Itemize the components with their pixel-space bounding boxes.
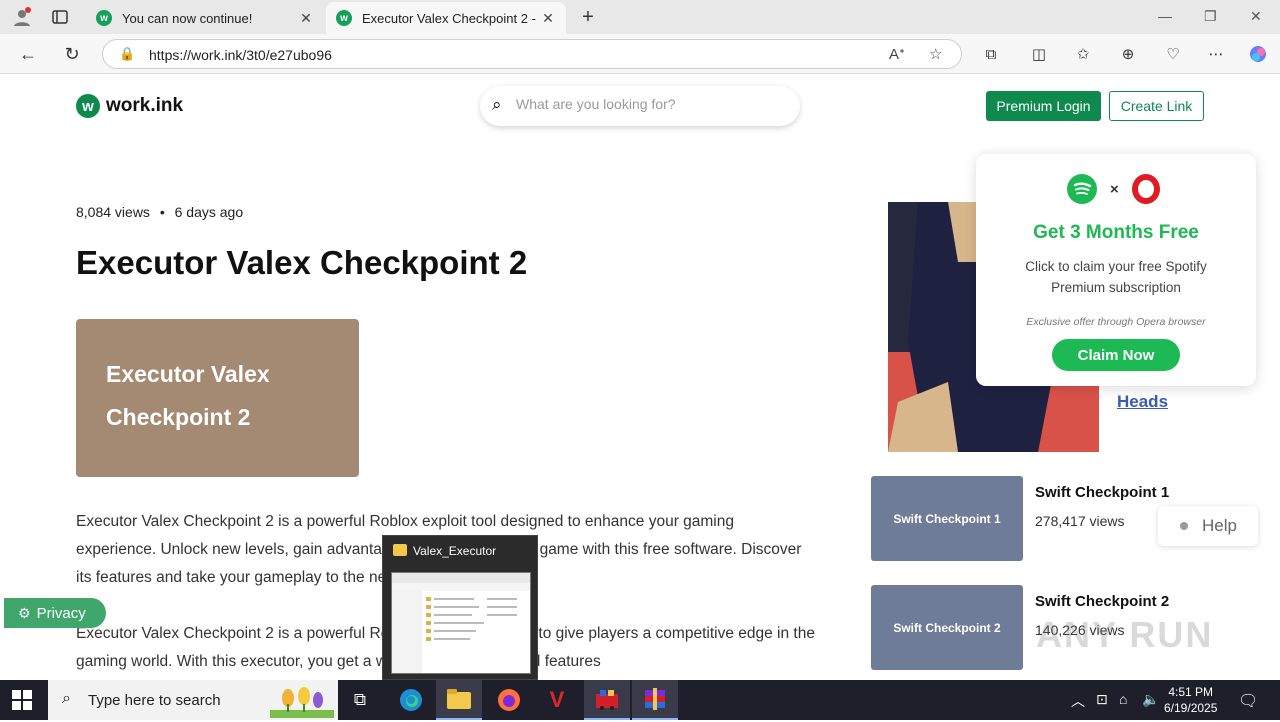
volume-icon[interactable]: 🔈 bbox=[1142, 691, 1159, 708]
more-menu-icon[interactable]: ⋯ bbox=[1205, 43, 1227, 65]
split-screen-icon[interactable]: ◫ bbox=[1028, 43, 1050, 65]
help-dot-icon bbox=[1180, 522, 1188, 530]
minimize-icon[interactable]: — bbox=[1158, 8, 1172, 24]
copilot-icon[interactable] bbox=[1247, 43, 1269, 65]
reload-icon[interactable]: ↻ bbox=[60, 42, 84, 66]
related-title[interactable]: Swift Checkpoint 2 bbox=[1035, 593, 1169, 610]
url-text[interactable]: https://work.ink/3t0/e27ubo96 bbox=[149, 47, 332, 63]
preview-title: Valex_Executor bbox=[413, 544, 497, 558]
opera-icon bbox=[1131, 174, 1160, 204]
favorite-star-icon[interactable]: ☆ bbox=[929, 45, 942, 63]
close-tab-icon[interactable]: ✕ bbox=[298, 10, 314, 27]
help-button[interactable]: Help bbox=[1158, 506, 1258, 546]
article-meta: 8,084 views • 6 days ago bbox=[76, 204, 243, 220]
favorites-icon[interactable]: ✩ bbox=[1072, 43, 1094, 65]
tab-title: Executor Valex Checkpoint 2 - at w bbox=[362, 10, 540, 26]
site-logo[interactable]: w work.ink bbox=[76, 94, 183, 118]
show-hidden-icons-icon[interactable]: ︿ bbox=[1071, 691, 1085, 711]
winrar-taskbar-icon[interactable] bbox=[632, 680, 678, 720]
webpage: w work.ink ⌕ Premium Login Create Link 8… bbox=[4, 74, 1276, 678]
related-thumbnail[interactable]: Swift Checkpoint 2 bbox=[871, 585, 1023, 670]
thumbnail-line-2: Checkpoint 2 bbox=[106, 404, 251, 430]
related-thumbnail[interactable]: Swift Checkpoint 1 bbox=[871, 476, 1023, 561]
close-window-icon[interactable]: ✕ bbox=[1250, 8, 1262, 25]
close-tab-icon[interactable]: ✕ bbox=[540, 10, 556, 27]
anyrun-watermark: ANY RUN bbox=[1036, 614, 1214, 655]
taskbar-window-preview[interactable]: Valex_Executor bbox=[382, 535, 538, 680]
task-view-icon[interactable]: ⧉ bbox=[337, 680, 383, 720]
related-title[interactable]: Swift Checkpoint 1 bbox=[1035, 484, 1169, 501]
site-search-input[interactable] bbox=[516, 96, 786, 112]
collections-icon[interactable]: ⊕ bbox=[1117, 43, 1139, 65]
browser-toolbar: ← ↻ 🔒 https://work.ink/3t0/e27ubo96 Aᐩ ☆… bbox=[0, 34, 1280, 74]
profile-icon[interactable] bbox=[10, 5, 34, 29]
address-bar[interactable]: 🔒 https://work.ink/3t0/e27ubo96 Aᐩ ☆ bbox=[102, 39, 962, 69]
windows-taskbar: ⌕ Type here to search ⧉ V ︿ ⊡ ⌂ 🔈 4:51 P… bbox=[0, 680, 1280, 720]
page-title: Executor Valex Checkpoint 2 bbox=[76, 244, 528, 281]
premium-login-button[interactable]: Premium Login bbox=[986, 91, 1101, 121]
windows-start-icon[interactable] bbox=[12, 690, 32, 710]
folder-icon bbox=[393, 544, 407, 556]
browser-essentials-icon[interactable]: ♡ bbox=[1162, 43, 1184, 65]
taskbar-clock[interactable]: 4:51 PM 6/19/2025 bbox=[1164, 684, 1217, 716]
worklink-favicon-icon: w bbox=[96, 10, 112, 26]
new-tab-icon[interactable]: + bbox=[576, 5, 600, 29]
search-icon: ⌕ bbox=[492, 95, 502, 114]
clock-date: 6/19/2025 bbox=[1164, 701, 1218, 715]
edge-taskbar-icon[interactable] bbox=[388, 680, 434, 720]
claim-now-button[interactable]: Claim Now bbox=[1052, 339, 1180, 371]
tulip-decoration-icon bbox=[270, 684, 334, 722]
notifications-icon[interactable]: 🗨 bbox=[1238, 691, 1258, 711]
tab-continue[interactable]: w You can now continue! ✕ bbox=[86, 2, 324, 34]
network-icon[interactable]: ⌂ bbox=[1119, 691, 1127, 707]
firefox-taskbar-icon[interactable] bbox=[486, 680, 532, 720]
preview-thumbnail[interactable] bbox=[391, 572, 531, 674]
search-icon: ⌕ bbox=[62, 690, 71, 707]
taskbar-search-placeholder: Type here to search bbox=[88, 691, 221, 709]
meta-separator: • bbox=[159, 204, 165, 220]
gear-icon: ⚙ bbox=[18, 604, 31, 621]
ad-logos: × bbox=[1067, 174, 1160, 204]
times-glyph: × bbox=[1110, 180, 1119, 198]
ad-subtext: Click to claim your free Spotify Premium… bbox=[1025, 259, 1207, 295]
tab-actions-icon[interactable] bbox=[48, 5, 72, 29]
heads-link[interactable]: Heads bbox=[1117, 392, 1168, 412]
help-label: Help bbox=[1202, 516, 1237, 535]
restore-icon[interactable]: ❐ bbox=[1204, 8, 1217, 25]
thumbnail-line-1: Executor Valex bbox=[106, 361, 270, 387]
create-link-button[interactable]: Create Link bbox=[1109, 91, 1204, 121]
tab-title: You can now continue! bbox=[122, 10, 253, 26]
post-age: 6 days ago bbox=[174, 204, 244, 220]
lock-icon[interactable]: 🔒 bbox=[119, 46, 135, 62]
clock-time: 4:51 PM bbox=[1168, 685, 1214, 699]
tab-executor[interactable]: w Executor Valex Checkpoint 2 - at w ✕ bbox=[326, 2, 566, 34]
spotify-opera-ad[interactable]: × Get 3 Months Free Click to claim your … bbox=[976, 154, 1256, 386]
vivaldi-taskbar-icon[interactable]: V bbox=[534, 680, 580, 720]
taskbar-search-box[interactable]: ⌕ Type here to search bbox=[48, 680, 338, 720]
privacy-label: Privacy bbox=[36, 604, 86, 622]
site-search-box[interactable]: ⌕ bbox=[480, 86, 800, 126]
back-icon[interactable]: ← bbox=[16, 42, 40, 66]
related-views: 278,417 views bbox=[1035, 513, 1125, 529]
spotify-icon bbox=[1067, 174, 1097, 204]
browser-tab-bar: w You can now continue! ✕ w Executor Val… bbox=[0, 0, 1280, 34]
article-thumbnail: Executor Valex Checkpoint 2 bbox=[76, 319, 359, 477]
read-aloud-icon[interactable]: Aᐩ bbox=[889, 45, 905, 63]
extensions-icon[interactable]: ⧉ bbox=[980, 43, 1002, 65]
logo-mark-icon: w bbox=[76, 94, 100, 118]
logo-text: work.ink bbox=[106, 95, 184, 116]
worklink-favicon-icon: w bbox=[336, 10, 352, 26]
view-count: 8,084 views bbox=[76, 204, 150, 220]
app-taskbar-icon[interactable] bbox=[584, 680, 630, 720]
ad-headline: Get 3 Months Free bbox=[1033, 222, 1199, 243]
device-icon[interactable]: ⊡ bbox=[1096, 691, 1108, 708]
ad-fineprint: Exclusive offer through Opera browser bbox=[1026, 316, 1206, 328]
privacy-button[interactable]: ⚙ Privacy bbox=[4, 598, 106, 628]
file-explorer-taskbar-icon[interactable] bbox=[436, 680, 482, 720]
